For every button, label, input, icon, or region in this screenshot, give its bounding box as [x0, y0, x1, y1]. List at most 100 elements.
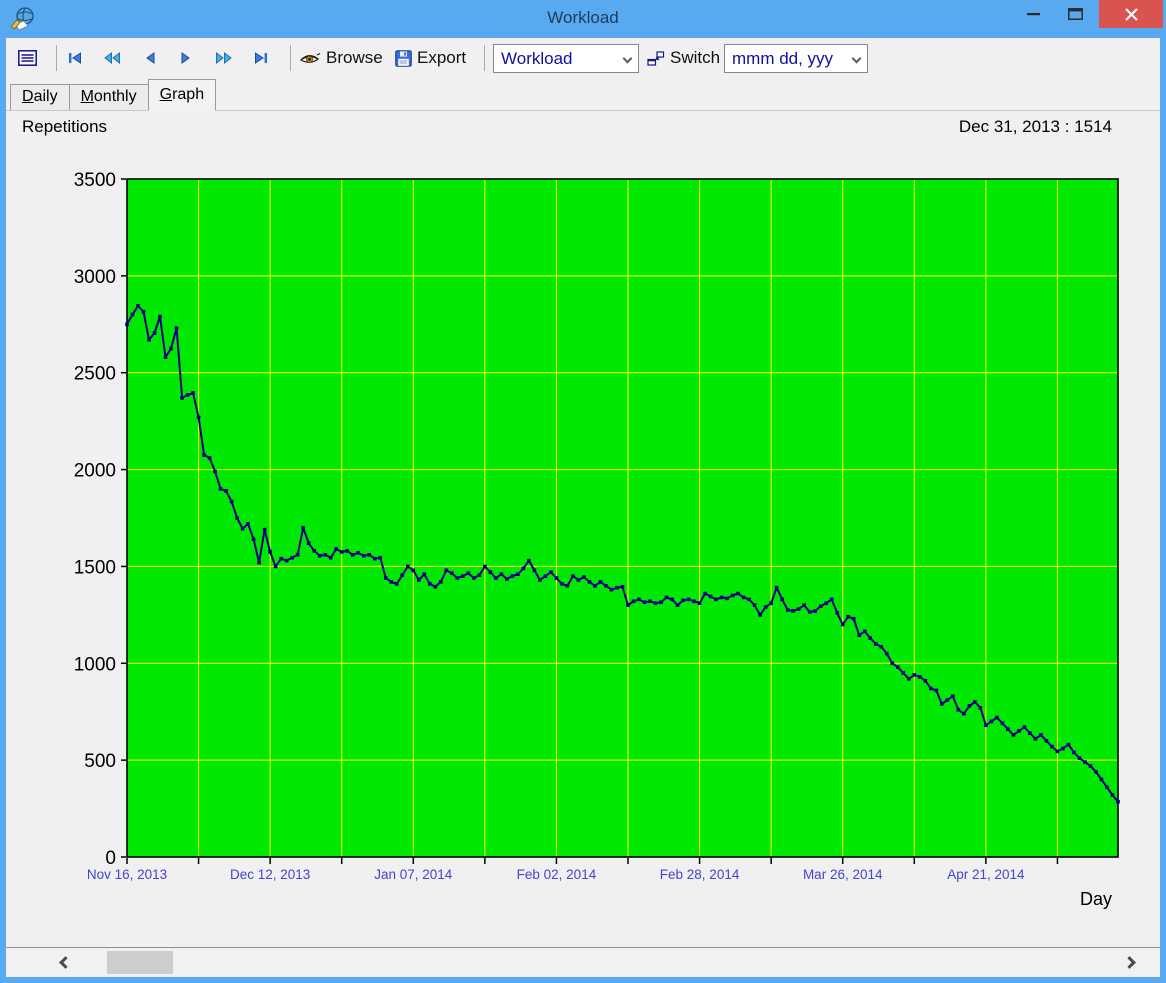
- y-tick-label: 2500: [74, 364, 116, 385]
- y-tick-label: 3500: [74, 170, 116, 191]
- data-point: [345, 549, 350, 553]
- tab-daily[interactable]: Daily: [10, 84, 70, 110]
- data-point: [163, 355, 168, 360]
- menu-icon: [18, 50, 37, 66]
- data-point: [1088, 764, 1093, 768]
- data-point: [956, 707, 961, 712]
- data-point: [725, 596, 729, 601]
- plot-area[interactable]: [127, 179, 1118, 857]
- data-point: [130, 312, 135, 317]
- data-point: [207, 456, 212, 460]
- data-point: [769, 601, 773, 606]
- dateformat-select[interactable]: mmm dd, yyy: [724, 44, 868, 73]
- data-point: [499, 572, 504, 576]
- data-point: [1077, 756, 1082, 761]
- x-axis-title: Day: [1080, 889, 1112, 909]
- cursor-readout: Dec 31, 2013 : 1514: [958, 117, 1112, 136]
- data-point: [213, 469, 217, 474]
- data-point: [411, 568, 416, 573]
- data-point: [290, 555, 294, 560]
- data-point: [1050, 744, 1054, 749]
- tab-graph[interactable]: Graph: [147, 79, 217, 111]
- next-button[interactable]: [179, 44, 193, 72]
- workload-select[interactable]: Workload: [493, 44, 639, 73]
- data-point: [323, 553, 327, 557]
- data-point: [483, 564, 487, 569]
- data-point: [951, 694, 955, 699]
- data-point: [879, 645, 884, 649]
- scroll-right-button[interactable]: [1114, 948, 1144, 977]
- data-point: [560, 582, 564, 586]
- first-record-button[interactable]: [66, 44, 84, 72]
- fast-forward-button[interactable]: [214, 44, 234, 72]
- x-tick-label: Apr 21, 2014: [947, 867, 1025, 882]
- data-point: [400, 573, 405, 577]
- data-point: [405, 564, 410, 569]
- data-point: [224, 489, 228, 493]
- data-point: [147, 337, 151, 342]
- data-point: [1105, 785, 1109, 790]
- export-label: Export: [417, 48, 467, 67]
- data-point: [295, 553, 300, 557]
- metric-label: Repetitions: [22, 117, 108, 136]
- data-point: [868, 636, 873, 640]
- previous-button[interactable]: [143, 44, 157, 72]
- data-point: [389, 580, 394, 584]
- data-point: [923, 678, 928, 683]
- close-button[interactable]: [1099, 0, 1163, 28]
- titlebar: Workload: [0, 0, 1166, 38]
- data-point: [218, 487, 223, 491]
- data-point: [394, 582, 399, 586]
- data-point: [235, 516, 239, 520]
- data-point: [273, 564, 278, 569]
- y-tick-label: 500: [84, 751, 116, 772]
- data-point: [637, 597, 641, 602]
- scrollbar-thumb[interactable]: [107, 951, 173, 974]
- data-point: [136, 304, 140, 308]
- data-point: [516, 572, 520, 576]
- data-point: [229, 499, 234, 504]
- workload-window: Workload Browse Export Workload Switch m…: [0, 0, 1166, 983]
- data-point: [857, 633, 862, 637]
- tab-monthly[interactable]: Monthly: [68, 84, 149, 110]
- data-point: [383, 576, 388, 580]
- export-button[interactable]: Export: [395, 44, 466, 72]
- y-tick-label: 1000: [74, 654, 116, 675]
- horizontal-scrollbar[interactable]: [6, 947, 1160, 977]
- data-point: [648, 599, 652, 604]
- data-point: [758, 613, 762, 617]
- data-point: [1061, 746, 1065, 751]
- minimize-button[interactable]: [1012, 0, 1054, 28]
- last-record-button[interactable]: [252, 44, 270, 72]
- menu-button[interactable]: [18, 44, 37, 72]
- data-point: [317, 553, 322, 558]
- fast-forward-icon: [216, 51, 232, 65]
- eye-icon: [299, 52, 321, 63]
- data-point: [571, 574, 575, 578]
- data-point: [714, 597, 718, 602]
- maximize-button[interactable]: [1054, 0, 1096, 28]
- fast-rewind-button[interactable]: [102, 44, 122, 72]
- data-point: [829, 597, 834, 602]
- data-point: [686, 597, 691, 602]
- data-point: [1044, 738, 1049, 743]
- data-point: [1028, 731, 1032, 735]
- data-point: [846, 614, 851, 619]
- data-point: [840, 622, 845, 627]
- data-point: [912, 673, 917, 677]
- data-point: [141, 309, 146, 314]
- data-point: [422, 572, 427, 576]
- data-point: [565, 584, 570, 588]
- switch-button[interactable]: Switch: [647, 44, 720, 72]
- data-point: [807, 610, 812, 614]
- fast-rewind-icon: [104, 51, 120, 65]
- data-point: [626, 603, 630, 607]
- data-point: [719, 595, 724, 600]
- browse-button[interactable]: Browse: [299, 44, 383, 72]
- data-point: [604, 584, 608, 588]
- data-point: [1116, 799, 1120, 804]
- data-point: [664, 595, 669, 600]
- data-point: [169, 346, 173, 351]
- data-point: [339, 550, 344, 554]
- scroll-left-button[interactable]: [50, 948, 80, 977]
